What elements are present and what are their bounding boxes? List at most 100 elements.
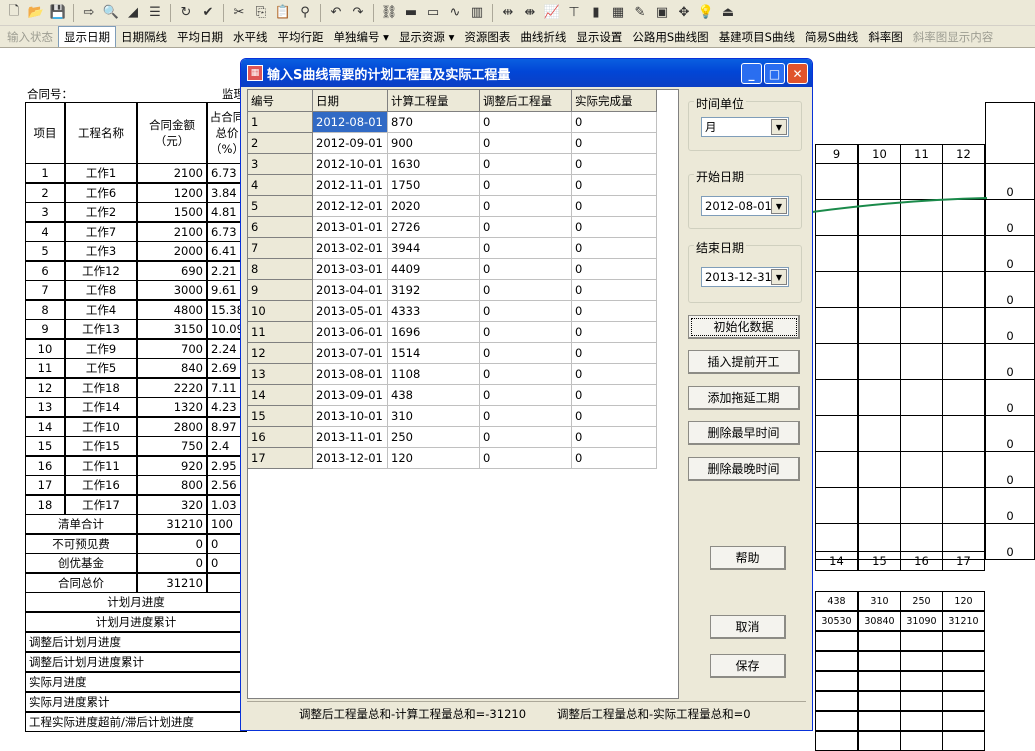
find-icon[interactable]: ⚲ xyxy=(295,3,315,23)
indent-icon[interactable]: ☰ xyxy=(145,3,165,23)
pen-icon[interactable]: ✎ xyxy=(630,3,650,23)
view-toolbar-item[interactable]: 平均日期 xyxy=(172,27,228,47)
grid-cell-date[interactable]: 2012-12-01 xyxy=(313,196,388,217)
view-toolbar-item[interactable]: 平均行距 xyxy=(273,27,329,47)
delete-latest-button[interactable]: 删除最晚时间 xyxy=(688,457,800,481)
view-toolbar-item[interactable]: 斜率图 xyxy=(863,27,908,47)
grid-cell-actual[interactable]: 0 xyxy=(572,280,657,301)
grid-cell-actual[interactable]: 0 xyxy=(572,259,657,280)
grid-cell-adj[interactable]: 0 xyxy=(480,238,572,259)
save-icon[interactable]: 💾 xyxy=(48,3,68,23)
grid-cell-actual[interactable]: 0 xyxy=(572,133,657,154)
minimize-icon[interactable]: _ xyxy=(741,63,762,84)
grid-column-header[interactable]: 调整后工程量 xyxy=(480,90,572,112)
calc-icon[interactable]: ▦ xyxy=(608,3,628,23)
grid-cell-date[interactable]: 2012-10-01 xyxy=(313,154,388,175)
grid-cell-date[interactable]: 2013-10-01 xyxy=(313,406,388,427)
quantity-grid[interactable]: 编号 日期 计算工程量 调整后工程量 实际完成量 1 2012-08-01 870 0 0 2 201… xyxy=(247,89,679,699)
grid-cell-actual[interactable]: 0 xyxy=(572,154,657,175)
grid-cell-adj[interactable]: 0 xyxy=(480,322,572,343)
grid-cell-date[interactable]: 2013-06-01 xyxy=(313,322,388,343)
grid-row-header[interactable]: 13 xyxy=(248,364,313,385)
check-icon[interactable]: ✔ xyxy=(198,3,218,23)
triangle-icon[interactable]: ◢ xyxy=(123,3,143,23)
grid-column-header[interactable]: 编号 xyxy=(248,90,313,112)
grid-cell-calc[interactable]: 4409 xyxy=(388,259,480,280)
grid-cell-calc[interactable]: 3192 xyxy=(388,280,480,301)
grid-row-header[interactable]: 4 xyxy=(248,175,313,196)
grid-cell-adj[interactable]: 0 xyxy=(480,154,572,175)
grid-cell-adj[interactable]: 0 xyxy=(480,217,572,238)
dialog-title-bar[interactable]: ▦ 输入S曲线需要的计划工程量及实际工程量 _ □ ✕ xyxy=(241,59,812,87)
grid-row-header[interactable]: 9 xyxy=(248,280,313,301)
view-toolbar-item[interactable]: 资源图表 xyxy=(459,27,515,47)
film-icon[interactable]: ▣ xyxy=(652,3,672,23)
grid-cell-date[interactable]: 2013-02-01 xyxy=(313,238,388,259)
grid-cell-calc[interactable]: 1630 xyxy=(388,154,480,175)
grid-cell-calc[interactable]: 1108 xyxy=(388,364,480,385)
view-toolbar-item[interactable]: 显示日期 xyxy=(58,26,116,47)
grid-cell-calc[interactable]: 438 xyxy=(388,385,480,406)
grid-column-header[interactable]: 计算工程量 xyxy=(388,90,480,112)
grid-cell-date[interactable]: 2012-11-01 xyxy=(313,175,388,196)
grid-cell-adj[interactable]: 0 xyxy=(480,406,572,427)
copy-icon[interactable]: ⎘ xyxy=(251,3,271,23)
grid-cell-adj[interactable]: 0 xyxy=(480,301,572,322)
grid-cell-adj[interactable]: 0 xyxy=(480,112,572,133)
grid-cell-actual[interactable]: 0 xyxy=(572,301,657,322)
grid-cell-calc[interactable]: 250 xyxy=(388,427,480,448)
grid-cell-date[interactable]: 2012-09-01 xyxy=(313,133,388,154)
view-toolbar-item[interactable]: 公路用S曲线图 xyxy=(627,27,713,47)
grid-row-header[interactable]: 6 xyxy=(248,217,313,238)
grid-row-header[interactable]: 3 xyxy=(248,154,313,175)
export-icon[interactable]: ⇨ xyxy=(79,3,99,23)
chevron-down-icon[interactable]: ▼ xyxy=(771,119,787,135)
box-red-icon[interactable]: ▭ xyxy=(423,3,443,23)
insert-early-start-button[interactable]: 插入提前开工 xyxy=(688,350,800,374)
grid-row-header[interactable]: 7 xyxy=(248,238,313,259)
grid-cell-date[interactable]: 2013-05-01 xyxy=(313,301,388,322)
cancel-button[interactable]: 取消 xyxy=(710,615,786,639)
chart-edit-icon[interactable]: 📈 xyxy=(542,3,562,23)
bulb-icon[interactable]: 💡 xyxy=(696,3,716,23)
resource-icon[interactable]: ▥ xyxy=(467,3,487,23)
add-delay-button[interactable]: 添加拖延工期 xyxy=(688,386,800,410)
init-data-button[interactable]: 初始化数据 xyxy=(688,315,800,339)
grid-row-header[interactable]: 11 xyxy=(248,322,313,343)
maximize-icon[interactable]: □ xyxy=(764,63,785,84)
grid-cell-calc[interactable]: 310 xyxy=(388,406,480,427)
grid-cell-calc[interactable]: 2020 xyxy=(388,196,480,217)
refresh-icon[interactable]: ↻ xyxy=(176,3,196,23)
grid-cell-actual[interactable]: 0 xyxy=(572,343,657,364)
grid-cell-adj[interactable]: 0 xyxy=(480,385,572,406)
grid-cell-calc[interactable]: 3944 xyxy=(388,238,480,259)
grid-cell-calc[interactable]: 1514 xyxy=(388,343,480,364)
grid-cell-actual[interactable]: 0 xyxy=(572,364,657,385)
start-date-picker[interactable]: 2012-08-01 ▼ xyxy=(701,196,789,216)
grid-cell-date[interactable]: 2012-08-01 xyxy=(313,112,388,133)
grid-row-header[interactable]: 16 xyxy=(248,427,313,448)
grid-cell-actual[interactable]: 0 xyxy=(572,322,657,343)
grid-cell-calc[interactable]: 1696 xyxy=(388,322,480,343)
cut-icon[interactable]: ✂ xyxy=(229,3,249,23)
chevron-down-icon[interactable]: ▼ xyxy=(771,269,787,285)
print-preview-icon[interactable]: 🔍 xyxy=(101,3,121,23)
view-toolbar-item[interactable]: 单独编号 ▾ xyxy=(329,27,394,47)
view-toolbar-item[interactable]: 显示设置 xyxy=(571,27,627,47)
grid-cell-calc[interactable]: 4333 xyxy=(388,301,480,322)
grid-row-header[interactable]: 2 xyxy=(248,133,313,154)
grid-cell-date[interactable]: 2013-11-01 xyxy=(313,427,388,448)
move-icon[interactable]: ✥ xyxy=(674,3,694,23)
grid-cell-date[interactable]: 2013-07-01 xyxy=(313,343,388,364)
grid-cell-actual[interactable]: 0 xyxy=(572,427,657,448)
grid-cell-adj[interactable]: 0 xyxy=(480,427,572,448)
grid-cell-adj[interactable]: 0 xyxy=(480,280,572,301)
grid-cell-adj[interactable]: 0 xyxy=(480,448,572,469)
link-icon[interactable]: ⛓ xyxy=(379,3,399,23)
grid-row-header[interactable]: 14 xyxy=(248,385,313,406)
curve-icon[interactable]: ∿ xyxy=(445,3,465,23)
view-toolbar-item[interactable]: 基建项目S曲线 xyxy=(714,27,800,47)
grid-cell-date[interactable]: 2013-03-01 xyxy=(313,259,388,280)
new-file-icon[interactable]: 🗋 xyxy=(4,3,24,23)
grid-cell-calc[interactable]: 2726 xyxy=(388,217,480,238)
